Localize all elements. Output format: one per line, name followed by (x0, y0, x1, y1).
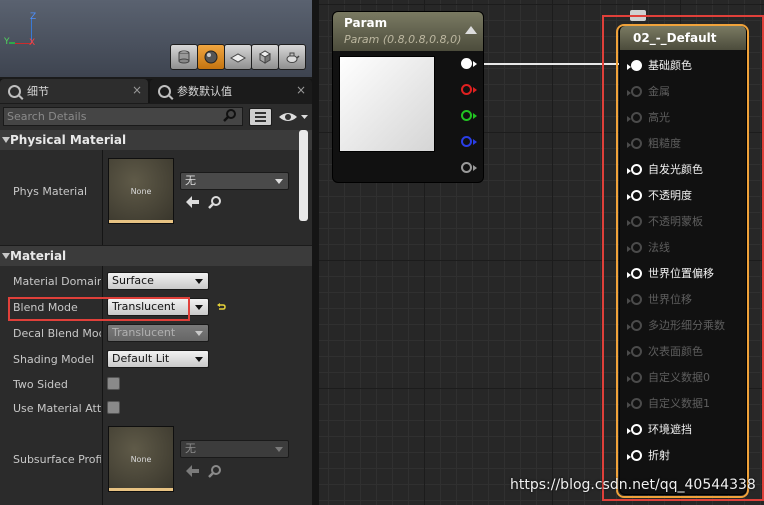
plane-icon (230, 53, 246, 63)
output-pin-a[interactable] (461, 162, 477, 173)
axis-z-label: Z (30, 12, 37, 22)
output-pin-rgba[interactable] (461, 58, 477, 69)
param-color-swatch (339, 56, 435, 152)
cylinder-icon (178, 50, 190, 64)
plane-preview-button[interactable] (224, 44, 252, 70)
output-pin-r[interactable] (461, 84, 477, 95)
tab-parameter-defaults[interactable]: 参数默认值 × (150, 79, 312, 103)
output-pin-b[interactable] (461, 136, 477, 147)
thumbnail-underline (109, 488, 173, 491)
material-domain-label: Material Domain (13, 275, 101, 288)
phys-material-combo-value: 无 (185, 174, 196, 187)
column-divider (102, 150, 103, 245)
chevron-down-icon (195, 331, 203, 336)
section-material[interactable]: Material (0, 246, 312, 266)
list-icon-line (255, 116, 266, 118)
subsurface-profile-thumbnail[interactable]: None (108, 426, 174, 492)
subsurface-profile-combo: 无 (180, 440, 289, 458)
sphere-preview-button[interactable] (197, 44, 225, 70)
panel-splitter[interactable] (312, 0, 319, 505)
phys-material-thumbnail[interactable]: None (108, 158, 174, 224)
subsurface-profile-label: Subsurface Profile (13, 453, 101, 466)
sphere-icon (204, 50, 218, 64)
cube-icon (259, 50, 271, 64)
material-domain-value: Surface (112, 274, 154, 287)
physical-material-props: Phys Material None 无 (0, 150, 312, 245)
teapot-preview-button[interactable] (278, 44, 306, 70)
search-icon[interactable] (223, 108, 237, 122)
magnifier-icon (8, 84, 21, 98)
tab-parameter-defaults-close-icon[interactable]: × (296, 83, 306, 97)
use-material-attributes-checkbox[interactable] (107, 401, 120, 414)
subsurface-thumb-text: None (130, 454, 152, 464)
decal-blend-mode-combo: Translucent (107, 324, 209, 342)
phys-material-label: Phys Material (13, 185, 88, 198)
blend-mode-highlight-box (8, 297, 190, 321)
material-preview-viewport[interactable]: Z X Y (0, 0, 312, 77)
tab-parameter-defaults-label: 参数默认值 (177, 85, 232, 98)
browse-search-icon[interactable] (208, 195, 222, 209)
magnifier-icon (158, 84, 171, 98)
thumbnail-underline (109, 220, 173, 223)
chevron-down-icon (195, 357, 203, 362)
param-node-title: Param (344, 16, 388, 30)
use-material-attributes-label: Use Material Attributes (13, 402, 101, 415)
subsurface-profile-value: 无 (185, 442, 196, 455)
decal-blend-mode-label: Decal Blend Mode (13, 327, 101, 340)
param-node[interactable]: Param Param (0.8,0.8,0.8,0) (332, 11, 484, 183)
section-physical-material[interactable]: Physical Material (0, 130, 312, 150)
details-panel: Z X Y 细节 × 参数默认值 × Search Details Physic… (0, 0, 312, 505)
reset-to-default-icon[interactable] (216, 302, 226, 312)
teapot-icon (286, 52, 300, 63)
chevron-down-icon (275, 447, 283, 452)
list-icon-line (255, 120, 266, 122)
material-domain-combo[interactable]: Surface (107, 272, 209, 290)
details-toolbar: Search Details (0, 104, 312, 130)
tab-details-close-icon[interactable]: × (132, 83, 142, 97)
tab-details-label: 细节 (27, 85, 49, 98)
shading-model-combo[interactable]: Default Lit (107, 350, 209, 368)
watermark: https://blog.csdn.net/qq_40544338 (510, 477, 756, 493)
collapse-arrow-icon[interactable] (465, 26, 477, 34)
use-selected-arrow-icon (186, 465, 199, 477)
shading-model-value: Default Lit (112, 352, 170, 365)
view-options-eye-icon[interactable] (277, 109, 309, 125)
chevron-down-icon (195, 279, 203, 284)
phys-material-thumb-text: None (130, 186, 152, 196)
list-icon-line (255, 112, 266, 114)
chevron-down-icon (275, 179, 283, 184)
material-node-highlight-box (602, 15, 764, 501)
chevron-down-icon (195, 305, 203, 310)
panel-tabs: 细节 × 参数默认值 × (0, 79, 312, 103)
details-scrollbar[interactable] (299, 130, 308, 221)
axis-x-label: X (29, 38, 36, 48)
use-selected-arrow-icon[interactable] (186, 196, 200, 208)
phys-material-combo[interactable]: 无 (180, 172, 289, 190)
property-matrix-button[interactable] (249, 108, 272, 126)
decal-blend-mode-value: Translucent (112, 326, 176, 339)
output-pin-g[interactable] (461, 110, 477, 121)
param-node-subtitle: Param (0.8,0.8,0.8,0) (344, 33, 462, 46)
two-sided-label: Two Sided (13, 378, 68, 391)
tab-details[interactable]: 细节 × (0, 79, 148, 103)
preview-shape-buttons (170, 44, 306, 70)
axis-y-label: Y (4, 37, 10, 47)
two-sided-checkbox[interactable] (107, 377, 120, 390)
browse-search-icon (208, 465, 221, 478)
shading-model-label: Shading Model (13, 353, 95, 366)
search-details-input[interactable]: Search Details (3, 107, 243, 126)
cylinder-preview-button[interactable] (170, 44, 198, 70)
cube-preview-button[interactable] (251, 44, 279, 70)
